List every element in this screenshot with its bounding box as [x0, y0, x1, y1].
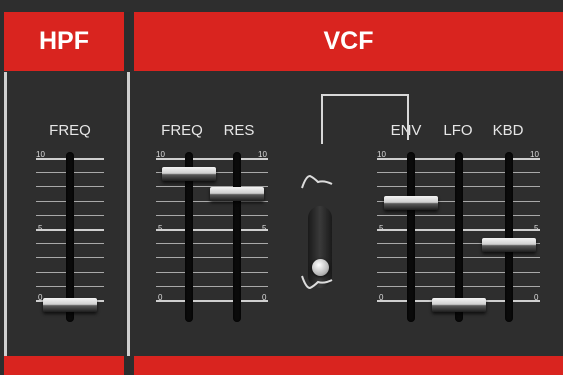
- vcf-env-track[interactable]: [407, 152, 415, 322]
- vcf-kbd-slider-handle[interactable]: [482, 238, 536, 253]
- scale-tick: [156, 214, 268, 216]
- vcf-footer: [134, 356, 563, 375]
- scale-tick: [156, 271, 268, 273]
- vcf-header: VCF: [134, 12, 563, 71]
- vcf-freq-slider-handle[interactable]: [162, 167, 216, 182]
- vcf-res-label: RES: [223, 122, 255, 139]
- vcf-panel: VCF: [130, 0, 563, 375]
- scale-tick: [156, 285, 268, 287]
- vcf-lfo-slider-handle[interactable]: [432, 298, 486, 312]
- vcf-title: VCF: [323, 27, 374, 55]
- hpf-header: HPF: [4, 12, 124, 71]
- vcf-lfo-label: LFO: [443, 122, 473, 139]
- vcf-lfo-track[interactable]: [455, 152, 463, 322]
- scale-tick: [156, 158, 268, 160]
- scale-tick: [156, 300, 268, 302]
- hpf-freq-slider-handle[interactable]: [43, 298, 97, 312]
- panel-divider: [127, 72, 130, 356]
- env-routing-bracket: [321, 94, 409, 140]
- scale-tick: [156, 257, 268, 259]
- hpf-footer: [4, 356, 124, 375]
- scale-tick: [156, 229, 268, 231]
- bracket-left-leg: [321, 96, 323, 144]
- hpf-title: HPF: [39, 27, 89, 55]
- vcf-kbd-label: KBD: [492, 122, 524, 139]
- positive-envelope-icon: [301, 174, 333, 189]
- negative-envelope-icon: [301, 275, 333, 290]
- hpf-panel: HPF: [0, 0, 124, 375]
- vcf-env-slider-handle[interactable]: [384, 195, 438, 210]
- vcf-freq-label: FREQ: [161, 122, 203, 139]
- vcf-res-slider-handle[interactable]: [210, 187, 264, 202]
- hpf-freq-label: FREQ: [49, 122, 91, 139]
- hpf-freq-track[interactable]: [66, 152, 74, 322]
- vcf-res-track[interactable]: [233, 152, 241, 322]
- vcf-kbd-track[interactable]: [505, 152, 513, 322]
- scale-tick: [156, 243, 268, 245]
- hpf-edge-line: [4, 72, 7, 356]
